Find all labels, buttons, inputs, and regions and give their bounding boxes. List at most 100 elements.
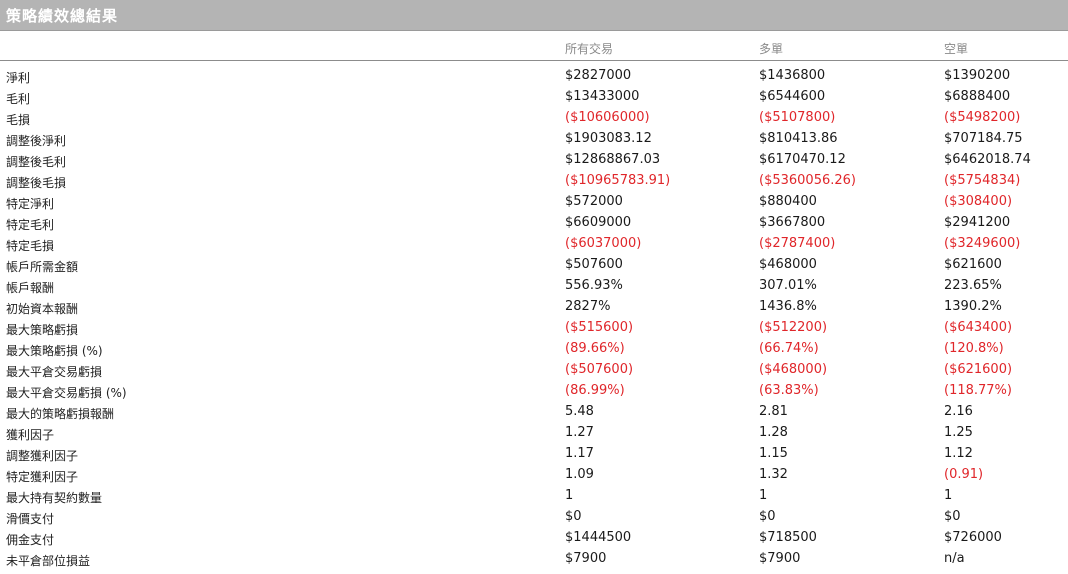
row-label: 最大持有契約數量 [6,491,103,505]
cell-value: $13433000 [565,89,640,104]
cell-value: $1436800 [759,68,826,83]
cell-value: $880400 [759,194,817,209]
table-row: 滑價支付 $0 $0 $0 [0,507,1068,528]
cell-value: ($515600) [565,320,634,335]
cell-value: n/a [944,551,965,566]
table-row: 最大策略虧損 (%) (89.66%) (66.74%) (120.8%) [0,339,1068,360]
cell-value: $2941200 [944,215,1011,230]
cell-value: $1444500 [565,530,632,545]
cell-value: (118.77%) [944,383,1012,398]
cell-value: $810413.86 [759,131,838,146]
cell-value: 1 [565,488,574,503]
row-label: 最大策略虧損 [6,323,79,337]
cell-value: $468000 [759,257,817,272]
table-row: 佣金支付 $1444500 $718500 $726000 [0,528,1068,549]
cell-value: ($5498200) [944,110,1021,125]
cell-value: $6462018.74 [944,152,1031,167]
row-label: 調整後毛損 [6,176,67,190]
column-header-all-trades: 所有交易 [565,42,614,56]
cell-value: 1.28 [759,425,788,440]
cell-value: ($10606000) [565,110,650,125]
cell-value: ($512200) [759,320,828,335]
cell-value: (0.91) [944,467,984,482]
table-row: 調整後毛損 ($10965783.91) ($5360056.26) ($575483… [0,171,1068,192]
table-body: 淨利 $2827000 $1436800 $1390200 毛利 $13433000 $65… [0,66,1068,570]
cell-value: $6609000 [565,215,632,230]
row-label: 最大平倉交易虧損 (%) [6,386,127,400]
cell-value: $2827000 [565,68,632,83]
row-label: 最大的策略虧損報酬 [6,407,115,421]
cell-value: ($308400) [944,194,1013,209]
column-header-long: 多單 [759,42,784,56]
cell-value: $7900 [565,551,607,566]
cell-value: $12868867.03 [565,152,661,167]
cell-value: (63.83%) [759,383,819,398]
cell-value: 2827% [565,299,611,314]
row-label: 調整後淨利 [6,134,67,148]
table-row: 調整後毛利 $12868867.03 $6170470.12 $6462018.74 [0,150,1068,171]
cell-value: 5.48 [565,404,594,419]
cell-value: $507600 [565,257,623,272]
cell-value: 2.81 [759,404,788,419]
title-bar: 策略績效總結果 [0,0,1068,31]
cell-value: 1 [759,488,768,503]
cell-value: $621600 [944,257,1002,272]
table-row: 帳戶所需金額 $507600 $468000 $621600 [0,255,1068,276]
cell-value: 1.12 [944,446,973,461]
cell-value: (89.66%) [565,341,625,356]
cell-value: $572000 [565,194,623,209]
row-label: 初始資本報酬 [6,302,79,316]
table-row: 最大持有契約數量 1 1 1 [0,486,1068,507]
cell-value: $6170470.12 [759,152,846,167]
row-label: 最大平倉交易虧損 [6,365,103,379]
cell-value: (66.74%) [759,341,819,356]
column-header-short: 空單 [944,42,969,56]
cell-value: 1.15 [759,446,788,461]
row-label: 佣金支付 [6,533,55,547]
cell-value: ($621600) [944,362,1013,377]
cell-value: ($3249600) [944,236,1021,251]
row-label: 特定毛損 [6,239,55,253]
table-header: 所有交易 多單 空單 [0,31,1068,61]
row-label: 特定毛利 [6,218,55,232]
row-label: 帳戶所需金額 [6,260,79,274]
table-row: 最大平倉交易虧損 (%) (86.99%) (63.83%) (118.77%) [0,381,1068,402]
cell-value: ($643400) [944,320,1013,335]
cell-value: ($10965783.91) [565,173,671,188]
table-row: 特定毛利 $6609000 $3667800 $2941200 [0,213,1068,234]
table-row: 調整獲利因子 1.17 1.15 1.12 [0,444,1068,465]
cell-value: ($5360056.26) [759,173,856,188]
cell-value: (86.99%) [565,383,625,398]
row-label: 特定淨利 [6,197,55,211]
cell-value: $6888400 [944,89,1011,104]
table-row: 毛損 ($10606000) ($5107800) ($5498200) [0,108,1068,129]
table-row: 最大的策略虧損報酬 5.48 2.81 2.16 [0,402,1068,423]
cell-value: 556.93% [565,278,623,293]
table-row: 毛利 $13433000 $6544600 $6888400 [0,87,1068,108]
table-row: 最大平倉交易虧損 ($507600) ($468000) ($621600) [0,360,1068,381]
cell-value: 1.32 [759,467,788,482]
cell-value: 223.65% [944,278,1002,293]
performance-summary-table: 所有交易 多單 空單 淨利 $2827000 $1436800 $1390200 毛利 $… [0,31,1068,568]
cell-value: ($6037000) [565,236,642,251]
cell-value: $3667800 [759,215,826,230]
cell-value: $0 [944,509,961,524]
table-row: 獲利因子 1.27 1.28 1.25 [0,423,1068,444]
row-label: 毛損 [6,113,31,127]
row-label: 淨利 [6,71,31,85]
cell-value: ($507600) [565,362,634,377]
row-label: 最大策略虧損 (%) [6,344,103,358]
row-label: 獲利因子 [6,428,55,442]
cell-value: ($5107800) [759,110,836,125]
row-label: 毛利 [6,92,31,106]
cell-value: 2.16 [944,404,973,419]
row-label: 調整後毛利 [6,155,67,169]
cell-value: $6544600 [759,89,826,104]
cell-value: 307.01% [759,278,817,293]
table-row: 特定淨利 $572000 $880400 ($308400) [0,192,1068,213]
table-row: 最大策略虧損 ($515600) ($512200) ($643400) [0,318,1068,339]
table-row: 未平倉部位損益 $7900 $7900 n/a [0,549,1068,570]
cell-value: $726000 [944,530,1002,545]
cell-value: $718500 [759,530,817,545]
cell-value: 1.27 [565,425,594,440]
